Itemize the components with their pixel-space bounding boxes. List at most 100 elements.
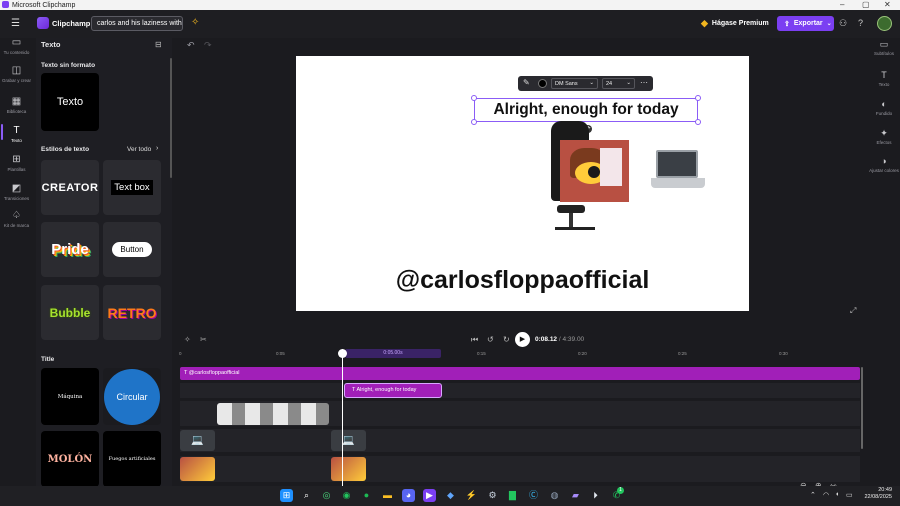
captions-icon: ▭ — [879, 39, 889, 49]
help-icon[interactable]: ? — [858, 18, 863, 28]
nav-item-transitions[interactable]: ◩ Transiciones — [0, 184, 33, 202]
volume-icon[interactable]: ◖ — [835, 491, 839, 498]
nav-item-brand-kit[interactable]: ♤ Kit de marca — [0, 211, 33, 229]
panel-scrollbar[interactable] — [170, 58, 172, 178]
see-all-link[interactable]: Ver todo — [127, 146, 151, 153]
hamburger-menu-icon[interactable]: ☰ — [11, 19, 20, 29]
timeline-track — [180, 429, 860, 452]
timeline-vscrollbar[interactable] — [861, 367, 863, 449]
nav-item-text[interactable]: T Texto — [0, 126, 33, 144]
title-tile-circular[interactable]: Circular — [103, 368, 161, 425]
fullscreen-icon[interactable]: ⤢ — [850, 306, 856, 316]
battery-icon[interactable]: ▭ — [846, 491, 853, 499]
rightnav-text[interactable]: T Texto — [868, 70, 900, 88]
search-icon[interactable]: ⌕ — [300, 489, 313, 502]
magic-icon[interactable]: ✧ — [184, 335, 191, 344]
minimize-icon[interactable]: – — [840, 0, 844, 9]
xbox-icon[interactable]: ◉ — [340, 489, 353, 502]
style-tile-retro[interactable]: RETRO — [103, 285, 161, 340]
nav-label: Plantillas — [7, 167, 26, 172]
style-tile-pride[interactable]: Pride — [41, 222, 99, 277]
share-icon[interactable]: ⚇ — [839, 18, 847, 29]
timeline-clip-laptop[interactable]: 💻 — [331, 430, 366, 451]
timeline-clip-video[interactable] — [217, 403, 329, 425]
title-tile-maquina[interactable]: Máquina — [41, 368, 99, 425]
rightnav-fade[interactable]: ◐ Fundido — [868, 100, 900, 117]
plain-text-tile[interactable]: Texto — [41, 73, 99, 131]
file-explorer-icon[interactable]: ▬ — [381, 489, 394, 502]
taskbar-clock[interactable]: 20:49 22/08/2025 — [856, 487, 892, 501]
steam-icon[interactable]: ◍ — [548, 489, 561, 502]
font-size-select[interactable]: 24 ⌄ — [602, 78, 635, 89]
tray-chevron-icon[interactable]: ⌃ — [810, 491, 816, 499]
start-icon[interactable]: ⊞ — [280, 489, 293, 502]
chevron-right-icon[interactable]: › — [156, 145, 158, 152]
style-tile-text-box[interactable]: Text box — [103, 160, 161, 215]
nav-item-templates[interactable]: ⊞ Plantillas — [0, 155, 33, 173]
nav-item-record[interactable]: ◫ Grabar y crear — [0, 66, 33, 84]
taskbar-app-icon[interactable]: ▰ — [569, 489, 582, 502]
settings-icon[interactable]: ⚙ — [486, 489, 499, 502]
play-button[interactable]: ▶ — [515, 332, 530, 347]
minecraft-icon[interactable]: ▇ — [506, 489, 519, 502]
timeline-clip-laptop[interactable]: 💻 — [180, 430, 215, 451]
taskbar-app-icon[interactable]: Ⓒ — [527, 489, 540, 502]
ruler-mark: 0:15 — [477, 351, 486, 356]
taskbar-app-icon[interactable]: ⚡ — [465, 489, 478, 502]
timeline-clip-floppa[interactable] — [331, 457, 366, 481]
spotify-icon[interactable]: ● — [360, 489, 373, 502]
library-icon: ▦ — [11, 96, 22, 107]
taskbar-app-icon[interactable]: ◆ — [444, 489, 457, 502]
rewind-icon[interactable]: ↺ — [487, 335, 494, 344]
font-family-select[interactable]: DM Sans ⌄ — [551, 78, 598, 89]
laptop-sticker[interactable] — [656, 150, 698, 178]
project-title-input[interactable]: carlos and his laziness with t — [91, 16, 183, 31]
undo-icon[interactable]: ↶ — [187, 40, 195, 51]
media-player-icon[interactable]: ⏵ — [589, 489, 602, 502]
style-tile-creator[interactable]: CREATOR — [41, 160, 99, 215]
style-tile-bubble[interactable]: Bubble — [41, 285, 99, 340]
forward-icon[interactable]: ↻ — [503, 335, 510, 344]
nav-item-content[interactable]: ▭ Tu contenido — [0, 38, 33, 56]
selected-text-element[interactable]: Alright, enough for today — [474, 98, 698, 122]
title-tile-fireworks[interactable]: Fuegos artificiales — [103, 431, 161, 487]
playhead-knob[interactable] — [338, 349, 347, 358]
clipchamp-taskbar-icon[interactable]: ▶ — [423, 489, 436, 502]
resize-handle[interactable] — [471, 119, 477, 125]
close-icon[interactable]: ✕ — [884, 0, 891, 9]
timeline-clip-handle-text[interactable] — [180, 367, 860, 380]
maximize-icon[interactable]: ▢ — [862, 0, 870, 9]
nav-label: Tu contenido — [3, 50, 30, 55]
export-button[interactable]: ⇪ Exportar ⌄ — [777, 16, 834, 31]
style-tile-button[interactable]: Button — [103, 222, 161, 277]
timeline-clip-floppa[interactable] — [180, 457, 215, 481]
avatar[interactable] — [877, 16, 892, 31]
style-label: CREATOR — [41, 181, 99, 194]
premium-label: Hágase Premium — [711, 20, 769, 27]
collapse-panel-icon[interactable]: ⊟ — [155, 40, 162, 49]
text-icon: T — [881, 70, 887, 80]
resize-handle[interactable] — [695, 119, 701, 125]
wifi-icon[interactable]: ◠ — [823, 491, 829, 499]
premium-button[interactable]: ◆ Hágase Premium — [701, 16, 772, 31]
rightnav-color[interactable]: ◑ Ajustar colores — [868, 157, 900, 174]
resize-handle[interactable] — [695, 95, 701, 101]
split-scissors-icon[interactable]: ✂ — [200, 335, 207, 344]
cloud-sync-icon[interactable]: ✧ — [191, 17, 199, 28]
rightnav-captions[interactable]: ▭ Subtítulos — [868, 39, 900, 57]
nav-item-library[interactable]: ▦ Biblioteca — [0, 96, 33, 115]
rightnav-effects[interactable]: ✦ Efectos — [868, 129, 900, 146]
discord-icon[interactable]: ◕ — [402, 489, 415, 502]
floppa-character-image[interactable] — [560, 140, 629, 202]
edit-pencil-icon[interactable]: ✎ — [523, 78, 530, 87]
title-tile-molon[interactable]: MOLÓN — [41, 431, 99, 487]
taskbar-app-icon[interactable]: ◎ — [320, 489, 333, 502]
more-options-icon[interactable]: ⋯ — [640, 78, 648, 87]
clock-date: 22/08/2025 — [864, 494, 892, 500]
redo-icon[interactable]: ↷ — [204, 40, 212, 51]
playhead-line[interactable] — [342, 349, 343, 489]
skip-back-icon[interactable]: ⏮ — [471, 335, 478, 345]
resize-handle[interactable] — [471, 95, 477, 101]
text-color-swatch[interactable] — [538, 79, 547, 88]
handle-text-element[interactable]: @carlosfloppaofficial — [296, 266, 749, 295]
